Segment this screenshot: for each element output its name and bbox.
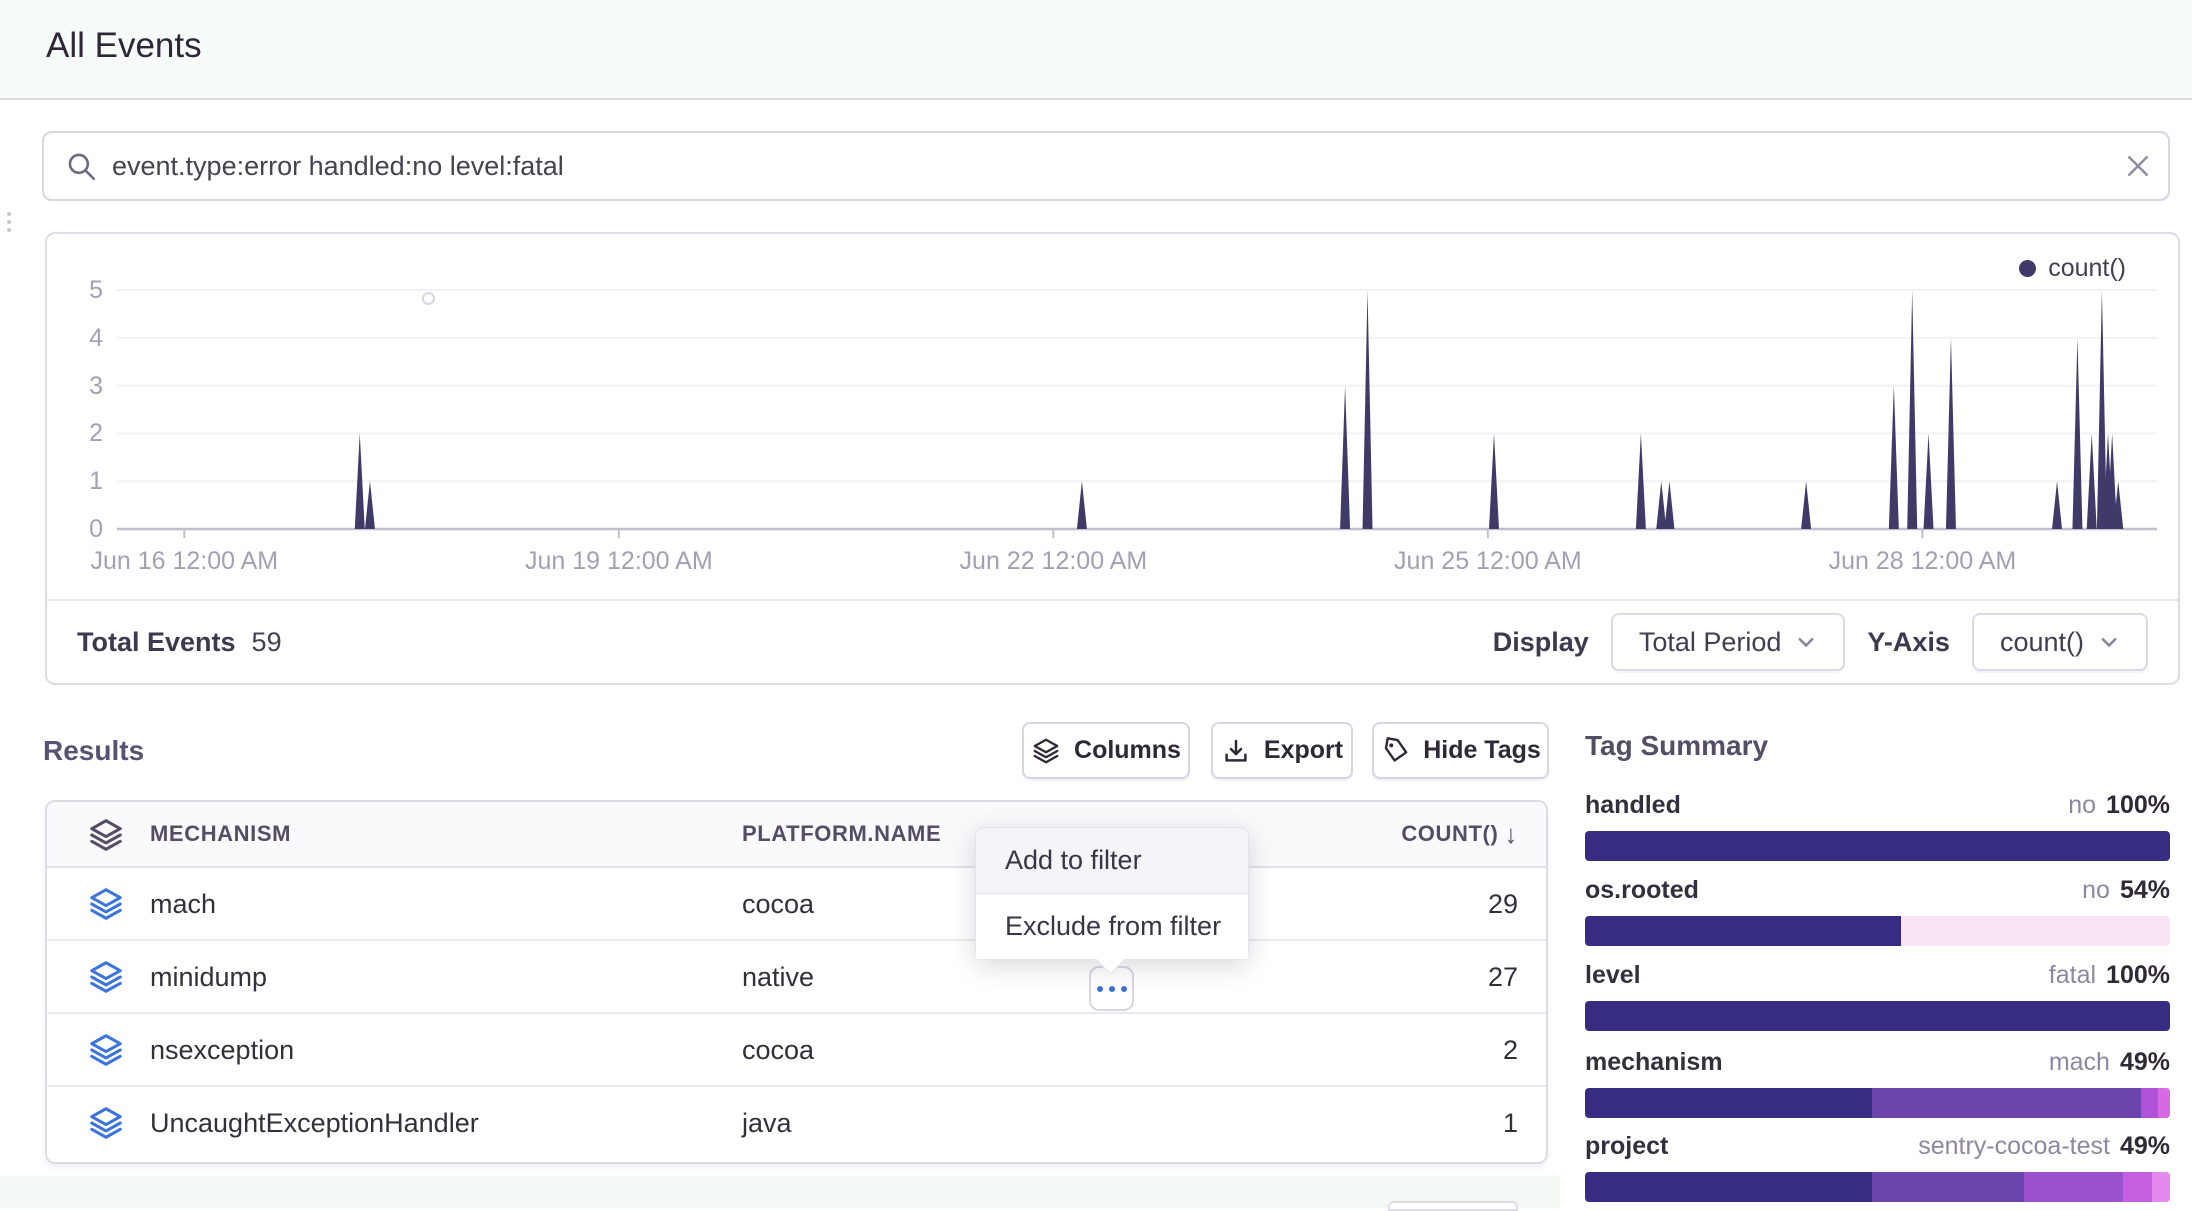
- column-header-platform-name[interactable]: PLATFORM.NAME: [742, 821, 941, 847]
- cell-count: 2: [1503, 1014, 1518, 1087]
- tag-name: level: [1585, 961, 1641, 990]
- tag-percent: 100%: [2106, 791, 2170, 820]
- layers-icon: [1031, 736, 1061, 766]
- display-select-value: Total Period: [1639, 627, 1782, 658]
- tag-entry: os.rooted no 54%: [1585, 876, 2170, 946]
- table-row[interactable]: minidump native 27: [47, 941, 1546, 1014]
- page-title: All Events: [46, 26, 202, 66]
- tag-distribution-bar[interactable]: [1585, 1088, 2170, 1118]
- pagination-button-cutoff[interactable]: [1388, 1201, 1518, 1211]
- tag-name: project: [1585, 1132, 1668, 1161]
- columns-button-label: Columns: [1074, 736, 1181, 765]
- drag-handle: [4, 212, 14, 238]
- layers-icon[interactable]: [87, 1104, 125, 1142]
- yaxis-label: Y-Axis: [1867, 627, 1950, 658]
- tag-percent: 49%: [2120, 1048, 2170, 1077]
- chevron-down-icon: [2098, 631, 2120, 653]
- tag-top-value: no: [2068, 791, 2096, 820]
- tag-entry: handled no 100%: [1585, 791, 2170, 861]
- column-header-count[interactable]: COUNT() ↓: [1401, 819, 1518, 850]
- page-header: All Events: [0, 0, 2192, 100]
- tag-percent: 49%: [2120, 1132, 2170, 1161]
- columns-button[interactable]: Columns: [1022, 722, 1190, 779]
- display-select[interactable]: Total Period: [1611, 613, 1846, 671]
- tag-top-value: sentry-cocoa-test: [1918, 1132, 2110, 1161]
- cell-platform[interactable]: native: [742, 941, 814, 1014]
- cursor-artifact: [422, 292, 435, 305]
- export-button-label: Export: [1264, 736, 1343, 765]
- column-header-count-label: COUNT(): [1401, 821, 1498, 847]
- menu-item-add-to-filter[interactable]: Add to filter: [976, 828, 1248, 893]
- layers-icon[interactable]: [87, 958, 125, 996]
- tag-percent: 54%: [2120, 876, 2170, 905]
- yaxis-select[interactable]: count(): [1972, 613, 2148, 671]
- tag-icon: [1380, 736, 1410, 766]
- cell-count: 1: [1503, 1087, 1518, 1160]
- cell-mechanism[interactable]: mach: [150, 868, 216, 941]
- event-count-chart: [117, 272, 2157, 572]
- tag-summary-panel: Tag Summary handled no 100% os.rooted no…: [1585, 730, 2170, 762]
- layers-icon[interactable]: [87, 1031, 125, 1069]
- tag-distribution-bar[interactable]: [1585, 1001, 2170, 1031]
- layers-icon: [87, 816, 125, 854]
- hide-tags-button-label: Hide Tags: [1423, 736, 1541, 765]
- tag-distribution-bar[interactable]: [1585, 916, 2170, 946]
- tag-top-value: mach: [2049, 1048, 2110, 1077]
- yaxis-select-value: count(): [2000, 627, 2084, 658]
- tag-distribution-bar[interactable]: [1585, 831, 2170, 861]
- display-label: Display: [1493, 627, 1589, 658]
- layers-icon[interactable]: [87, 885, 125, 923]
- page-background-strip: [0, 1176, 1560, 1208]
- cell-context-menu: Add to filter Exclude from filter: [975, 827, 1249, 960]
- tag-top-value: no: [2082, 876, 2110, 905]
- search-bar[interactable]: [42, 131, 2170, 201]
- table-row[interactable]: UncaughtExceptionHandler java 1: [47, 1087, 1546, 1160]
- tag-summary-heading: Tag Summary: [1585, 730, 2170, 762]
- results-heading: Results: [43, 735, 144, 767]
- total-events-value: 59: [252, 627, 282, 658]
- hide-tags-button[interactable]: Hide Tags: [1372, 722, 1549, 779]
- table-row[interactable]: mach cocoa 29: [47, 868, 1546, 941]
- export-button[interactable]: Export: [1211, 722, 1353, 779]
- tag-entry: project sentry-cocoa-test 49%: [1585, 1132, 2170, 1202]
- cell-platform[interactable]: java: [742, 1087, 792, 1160]
- total-events-label: Total Events: [77, 627, 236, 658]
- tag-name: handled: [1585, 791, 1681, 820]
- cell-count: 29: [1488, 868, 1518, 941]
- tag-percent: 100%: [2106, 961, 2170, 990]
- tag-distribution-bar[interactable]: [1585, 1172, 2170, 1202]
- cell-platform[interactable]: cocoa: [742, 1014, 814, 1087]
- events-chart-panel: count() 012345 Jun 16 12:00 AMJun 19 12:…: [45, 232, 2180, 685]
- chevron-down-icon: [1795, 631, 1817, 653]
- search-icon: [64, 149, 98, 183]
- tag-entry: mechanism mach 49%: [1585, 1048, 2170, 1118]
- cell-platform[interactable]: cocoa: [742, 868, 814, 941]
- close-icon: [2123, 151, 2153, 181]
- tag-name: mechanism: [1585, 1048, 1723, 1077]
- column-header-mechanism[interactable]: MECHANISM: [150, 821, 291, 847]
- table-header-row: MECHANISM PLATFORM.NAME COUNT() ↓: [47, 802, 1546, 868]
- chart-footer: Total Events 59 Display Total Period Y-A…: [47, 599, 2178, 683]
- tag-top-value: fatal: [2049, 961, 2096, 990]
- tag-entry: level fatal 100%: [1585, 961, 2170, 1031]
- table-row[interactable]: nsexception cocoa 2: [47, 1014, 1546, 1087]
- search-input[interactable]: [112, 151, 2108, 182]
- results-table: MECHANISM PLATFORM.NAME COUNT() ↓ mach c…: [45, 800, 1548, 1164]
- cell-mechanism[interactable]: UncaughtExceptionHandler: [150, 1087, 479, 1160]
- search-clear-button[interactable]: [2108, 136, 2168, 196]
- cell-mechanism[interactable]: nsexception: [150, 1014, 294, 1087]
- download-icon: [1221, 736, 1251, 766]
- tag-name: os.rooted: [1585, 876, 1699, 905]
- sort-desc-icon: ↓: [1504, 819, 1518, 850]
- discover-all-events-page: { "page": { "title": "All Events" }, "se…: [0, 0, 2192, 1208]
- cell-mechanism[interactable]: minidump: [150, 941, 267, 1014]
- cell-count: 27: [1488, 941, 1518, 1014]
